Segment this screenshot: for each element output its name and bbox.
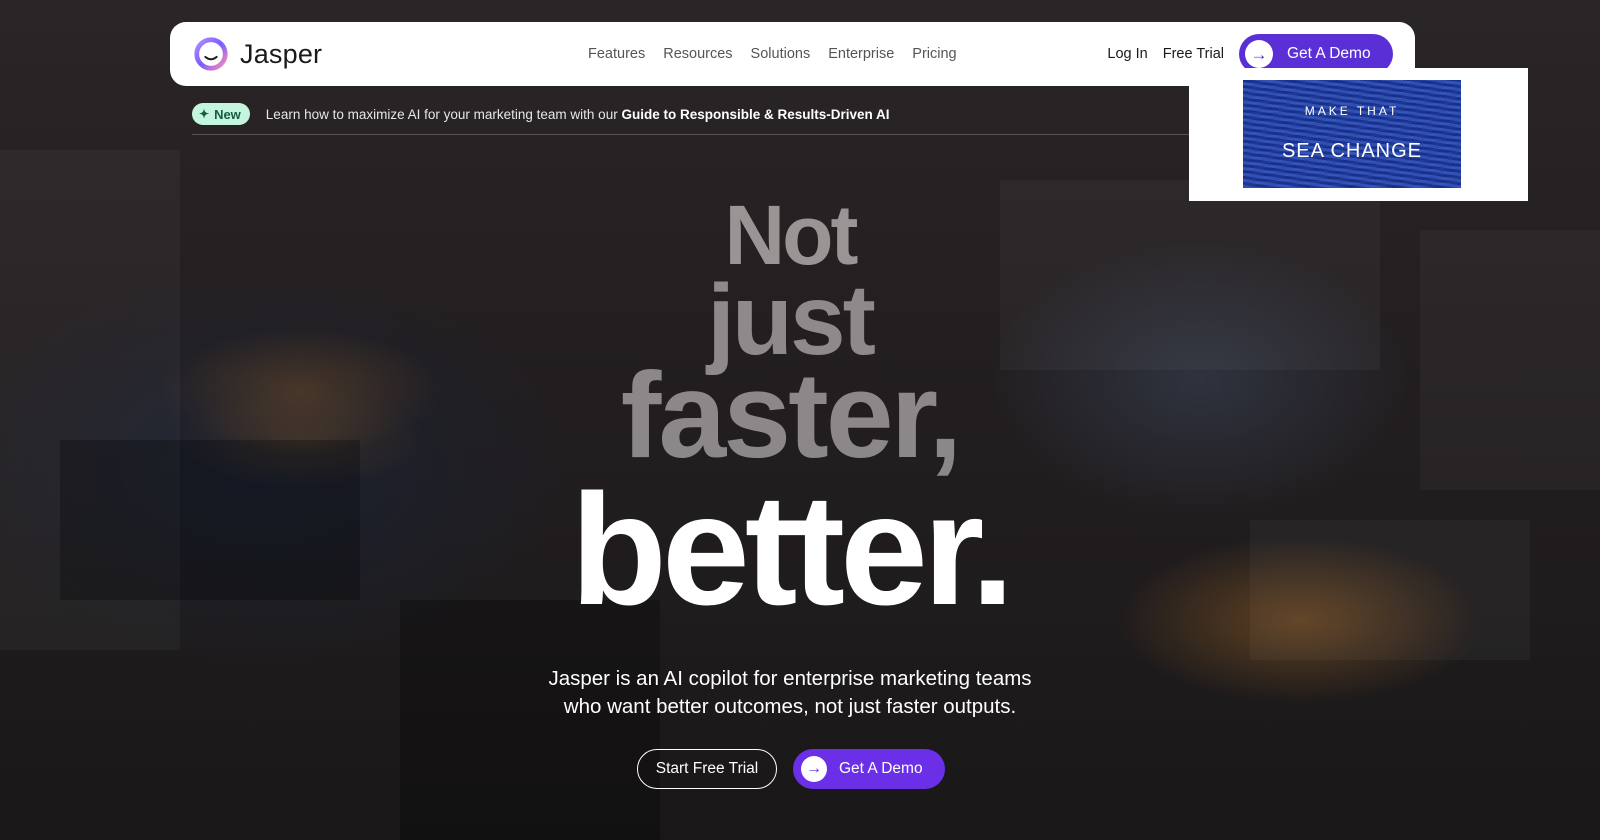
nav-resources[interactable]: Resources [663,46,732,62]
hero-subheading-line-2: who want better outcomes, not just faste… [563,695,1017,718]
arrow-right-icon: → [801,756,827,782]
login-link[interactable]: Log In [1107,46,1147,62]
hero-get-demo-button[interactable]: → Get A Demo [793,749,945,789]
hero-subheading: Jasper is an AI copilot for enterprise m… [0,665,1580,721]
banner-text: Learn how to maximize AI for your market… [266,107,890,122]
hero-cta-group: Start Free Trial → Get A Demo [637,749,945,789]
hero-get-demo-label: Get A Demo [839,760,923,777]
sparkle-icon: ✦ [199,107,210,121]
brand-logo[interactable]: Jasper [192,37,323,71]
free-trial-link[interactable]: Free Trial [1163,46,1224,62]
nav-solutions[interactable]: Solutions [751,46,811,62]
hero-headline-line-4: better. [570,462,1014,638]
brand-name: Jasper [240,38,323,69]
nav-features[interactable]: Features [588,46,645,62]
jasper-logo-icon [194,37,228,71]
hero-subheading-line-1: Jasper is an AI copilot for enterprise m… [548,667,1032,690]
promo-line-2: SEA CHANGE [1281,140,1423,162]
new-badge: ✦ New [192,103,250,125]
nav-pricing[interactable]: Pricing [912,46,956,62]
nav-enterprise[interactable]: Enterprise [828,46,894,62]
guide-link[interactable]: Guide to Responsible & Results-Driven AI [621,107,889,122]
main-nav: Features Resources Solutions Enterprise … [588,22,957,86]
new-badge-label: New [214,106,241,122]
start-free-trial-button[interactable]: Start Free Trial [637,749,777,789]
banner-message: Learn how to maximize AI for your market… [265,106,618,122]
announcement-banner: ✦ New Learn how to maximize AI for your … [192,102,890,126]
hero-headline-line-3: faster, [620,347,962,483]
get-demo-label: Get A Demo [1287,45,1371,62]
promo-overlay[interactable]: MAKE THAT SEA CHANGE [1189,68,1528,201]
sea-change-card: MAKE THAT SEA CHANGE [1243,80,1461,188]
arrow-right-icon: → [1245,40,1273,68]
promo-line-1: MAKE THAT [1304,104,1400,118]
